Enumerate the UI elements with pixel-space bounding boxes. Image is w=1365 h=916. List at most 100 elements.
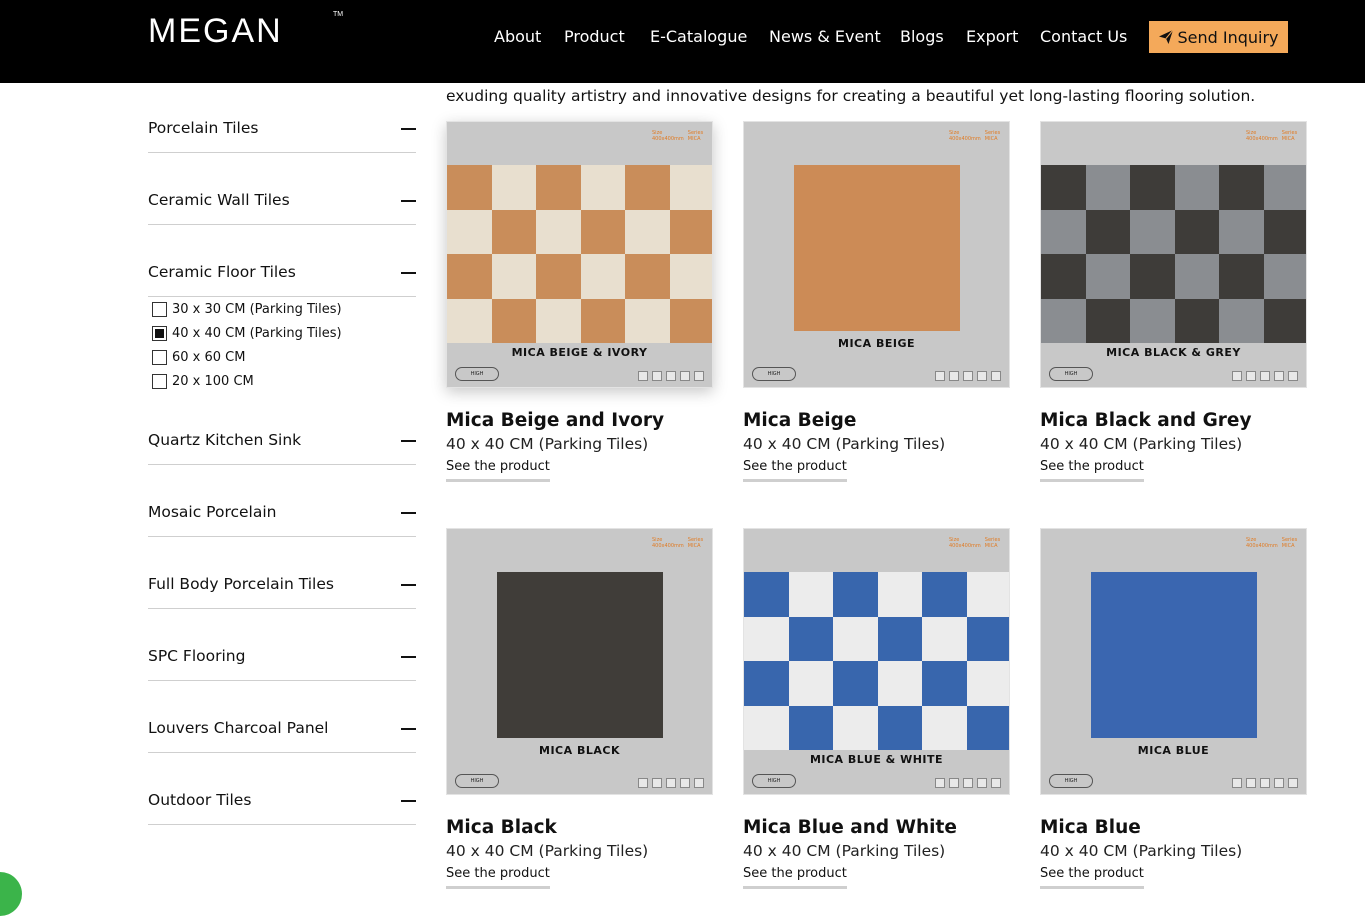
product-image[interactable]: Size 400x400mm Series MICA MICA BEIGE HIGH (743, 121, 1010, 388)
spec-badge: Size 400x400mm Series MICA (949, 130, 1000, 152)
category-louvers-charcoal-panel[interactable]: Louvers Charcoal Panel (148, 710, 416, 753)
product-image[interactable]: Size 400x400mm Series MICA MICA BLACK & GREY… (1040, 121, 1307, 388)
nav-product[interactable]: Product (564, 27, 625, 46)
minus-icon (401, 272, 416, 274)
send-inquiry-button[interactable]: Send Inquiry (1149, 21, 1288, 53)
see-product-link[interactable]: See the product (446, 866, 550, 889)
chat-widget-button[interactable] (0, 872, 22, 916)
brand-mark-logo: HIGH (1049, 774, 1093, 788)
product-image[interactable]: Size 400x400mm Series MICA MICA BLUE & WHITE… (743, 528, 1010, 795)
spec-badge: Size 400x400mm Series MICA (949, 537, 1000, 559)
product-size: 40 x 40 CM (Parking Tiles) (1040, 842, 1243, 860)
trademark-mark: TM (333, 11, 344, 18)
spec-badge: Size 400x400mm Series MICA (1246, 130, 1297, 152)
product-image[interactable]: Size 400x400mm Series MICA MICA BLACK HIGH (446, 528, 713, 795)
filter-label: 60 x 60 CM (172, 349, 246, 365)
category-label: Full Body Porcelain Tiles (148, 575, 334, 593)
spec-series-value: MICA (1281, 136, 1295, 142)
product-title[interactable]: Mica Beige and Ivory (446, 410, 664, 431)
category-full-body-porcelain[interactable]: Full Body Porcelain Tiles (148, 566, 416, 609)
filter-20x100[interactable]: 20 x 100 CM (152, 372, 254, 390)
send-inquiry-label: Send Inquiry (1177, 27, 1279, 47)
filter-label: 20 x 100 CM (172, 373, 254, 389)
tile-name-label: MICA BLACK (539, 744, 620, 757)
nav-contact-us[interactable]: Contact Us (1040, 27, 1127, 46)
feature-icon (680, 778, 690, 788)
category-label: Porcelain Tiles (148, 119, 259, 137)
category-label: SPC Flooring (148, 647, 246, 665)
category-label: Louvers Charcoal Panel (148, 719, 329, 737)
filter-40x40[interactable]: 40 x 40 CM (Parking Tiles) (152, 324, 342, 342)
product-title[interactable]: Mica Blue and White (743, 817, 957, 838)
spec-size-value: 400x400mm (949, 136, 981, 142)
feature-icon (935, 778, 945, 788)
feature-icon (652, 371, 662, 381)
tile-pattern (447, 165, 712, 343)
checkbox[interactable] (152, 373, 167, 389)
feature-icon (694, 778, 704, 788)
spec-series-value: MICA (984, 136, 998, 142)
feature-icon (1260, 778, 1270, 788)
product-title[interactable]: Mica Blue (1040, 817, 1141, 838)
product-title[interactable]: Mica Black (446, 817, 557, 838)
spec-series-value: MICA (687, 136, 701, 142)
nav-export[interactable]: Export (966, 27, 1018, 46)
category-ceramic-floor-tiles[interactable]: Ceramic Floor Tiles (148, 254, 416, 297)
feature-icons (638, 371, 704, 381)
brand-mark-logo: HIGH (455, 367, 499, 381)
minus-icon (401, 440, 416, 442)
filter-60x60[interactable]: 60 x 60 CM (152, 348, 245, 366)
see-product-link[interactable]: See the product (743, 459, 847, 482)
minus-icon (401, 512, 416, 514)
minus-icon (401, 128, 416, 130)
product-title[interactable]: Mica Black and Grey (1040, 410, 1252, 431)
feature-icons (638, 778, 704, 788)
checkbox[interactable] (152, 301, 167, 317)
feature-icon (1274, 371, 1284, 381)
brand-mark-logo: HIGH (455, 774, 499, 788)
category-mosaic-porcelain[interactable]: Mosaic Porcelain (148, 494, 416, 537)
nav-about[interactable]: About (494, 27, 541, 46)
feature-icon (1246, 371, 1256, 381)
tile-name-label: MICA BEIGE (838, 337, 915, 350)
feature-icon (680, 371, 690, 381)
tile-swatch (1091, 572, 1257, 738)
see-product-link[interactable]: See the product (1040, 459, 1144, 482)
product-title[interactable]: Mica Beige (743, 410, 856, 431)
see-product-link[interactable]: See the product (1040, 866, 1144, 889)
category-label: Outdoor Tiles (148, 791, 252, 809)
nav-blogs[interactable]: Blogs (900, 27, 944, 46)
feature-icon (1274, 778, 1284, 788)
spec-size-value: 400x400mm (652, 543, 684, 549)
checkbox-checked[interactable] (152, 325, 167, 341)
tile-swatch (497, 572, 663, 738)
product-image[interactable]: Size 400x400mm Series MICA MICA BEIGE & IVOR… (446, 121, 713, 388)
feature-icon (1246, 778, 1256, 788)
category-ceramic-wall-tiles[interactable]: Ceramic Wall Tiles (148, 182, 416, 225)
tile-name-label: MICA BEIGE & IVORY (511, 346, 648, 359)
category-outdoor-tiles[interactable]: Outdoor Tiles (148, 782, 416, 825)
feature-icon (666, 778, 676, 788)
product-image[interactable]: Size 400x400mm Series MICA MICA BLUE HIGH (1040, 528, 1307, 795)
feature-icon (638, 371, 648, 381)
see-product-link[interactable]: See the product (743, 866, 847, 889)
filter-30x30[interactable]: 30 x 30 CM (Parking Tiles) (152, 300, 342, 318)
tile-name-label: MICA BLACK & GREY (1106, 346, 1241, 359)
category-label: Ceramic Wall Tiles (148, 191, 290, 209)
nav-news-event[interactable]: News & Event (769, 27, 881, 46)
see-product-link[interactable]: See the product (446, 459, 550, 482)
minus-icon (401, 800, 416, 802)
brand-logo[interactable]: MEGAN (148, 12, 283, 51)
tile-name-label: MICA BLUE (1137, 744, 1210, 757)
category-porcelain-tiles[interactable]: Porcelain Tiles (148, 110, 416, 153)
site-header: MEGAN TM About Product E-Catalogue News … (0, 0, 1365, 83)
category-quartz-kitchen-sink[interactable]: Quartz Kitchen Sink (148, 422, 416, 465)
category-spc-flooring[interactable]: SPC Flooring (148, 638, 416, 681)
feature-icon (1260, 371, 1270, 381)
feature-icon (949, 371, 959, 381)
nav-e-catalogue[interactable]: E-Catalogue (650, 27, 747, 46)
checkbox[interactable] (152, 349, 167, 365)
feature-icon (977, 371, 987, 381)
brand-mark-logo: HIGH (752, 367, 796, 381)
tile-pattern (744, 572, 1009, 750)
